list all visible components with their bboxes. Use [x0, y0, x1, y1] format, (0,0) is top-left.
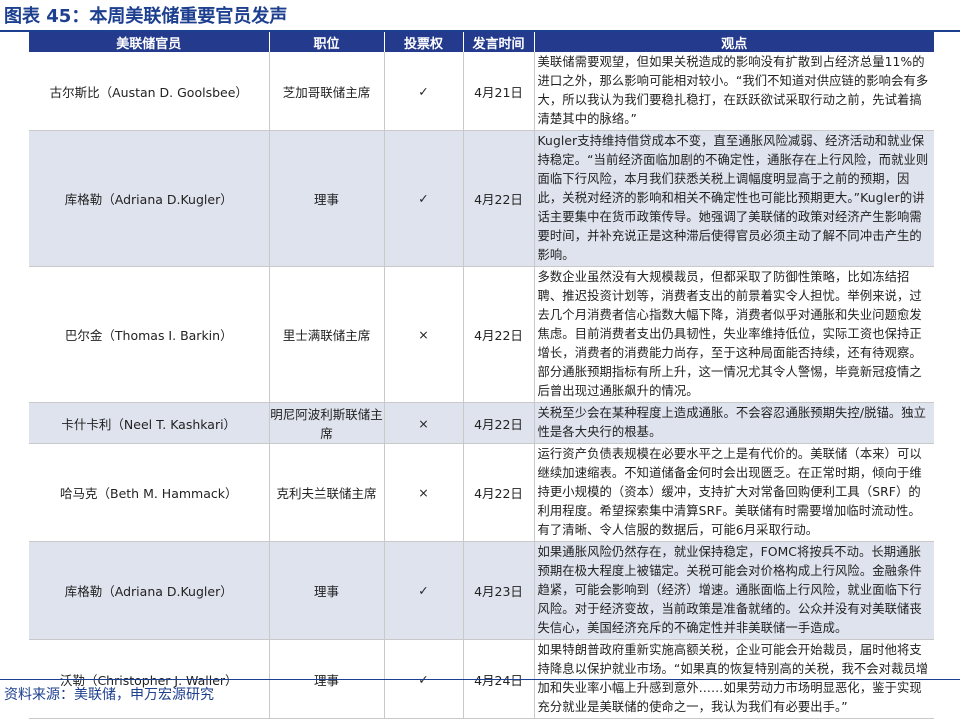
speech-date: 4月23日 [463, 541, 535, 640]
bottom-divider [0, 679, 960, 680]
official-position: 理事 [269, 541, 385, 640]
official-name: 卡什卡利（Neel T. Kashkari） [29, 402, 270, 444]
official-view: 多数企业虽然没有大规模裁员，但都采取了防御性策略，比如冻结招聘、推迟投资计划等，… [534, 266, 934, 403]
official-view: 美联储需要观望，但如果关税造成的影响没有扩散到占经济总量11%的进口之外，那么影… [534, 52, 934, 131]
official-position: 理事 [269, 130, 385, 267]
official-position: 明尼阿波利斯联储主席 [269, 402, 385, 444]
official-name: 库格勒（Adriana D.Kugler） [29, 541, 270, 640]
source-note: 资料来源：美联储，申万宏源研究 [4, 687, 214, 703]
vote-mark: × [384, 443, 464, 542]
table-row: 哈马克（Beth M. Hammack） 克利夫兰联储主席 × 4月22日 运行… [29, 443, 934, 542]
speech-date: 4月22日 [463, 443, 535, 542]
speech-date: 4月22日 [463, 266, 535, 403]
table-row: 库格勒（Adriana D.Kugler） 理事 ✓ 4月22日 Kugler支… [29, 130, 934, 267]
speech-date: 4月22日 [463, 402, 535, 444]
vote-mark: ✓ [384, 52, 464, 131]
speech-date: 4月22日 [463, 130, 535, 267]
official-name: 古尔斯比（Austan D. Goolsbee） [29, 52, 270, 131]
officials-table: 美联储官员 职位 投票权 发言时间 观点 古尔斯比（Austan D. Gool… [29, 32, 934, 719]
figure-title: 图表 45：本周美联储重要官员发声 [4, 6, 288, 27]
vote-mark: ✓ [384, 130, 464, 267]
header-position: 职位 [269, 32, 385, 52]
official-view: 关税至少会在某种程度上造成通胀。不会容忍通胀预期失控/脱锚。独立性是各大央行的根… [534, 402, 934, 444]
official-view: 如果通胀风险仍然存在，就业保持稳定，FOMC将按兵不动。长期通胀预期在极大程度上… [534, 541, 934, 640]
table-row: 卡什卡利（Neel T. Kashkari） 明尼阿波利斯联储主席 × 4月22… [29, 402, 934, 444]
official-name: 库格勒（Adriana D.Kugler） [29, 130, 270, 267]
table-header-row: 美联储官员 职位 投票权 发言时间 观点 [29, 32, 934, 52]
vote-mark: × [384, 266, 464, 403]
official-view: Kugler支持维持借贷成本不变，直至通胀风险减弱、经济活动和就业保持稳定。“当… [534, 130, 934, 267]
speech-date: 4月21日 [463, 52, 535, 131]
official-position: 里士满联储主席 [269, 266, 385, 403]
table-row: 古尔斯比（Austan D. Goolsbee） 芝加哥联储主席 ✓ 4月21日… [29, 52, 934, 131]
official-name: 巴尔金（Thomas I. Barkin） [29, 266, 270, 403]
official-view: 运行资产负债表规模在必要水平之上是有代价的。美联储（本来）可以继续加速缩表。不知… [534, 443, 934, 542]
official-name: 哈马克（Beth M. Hammack） [29, 443, 270, 542]
header-date: 发言时间 [463, 32, 535, 52]
header-vote: 投票权 [384, 32, 464, 52]
vote-mark: ✓ [384, 541, 464, 640]
header-view: 观点 [534, 32, 934, 52]
official-position: 芝加哥联储主席 [269, 52, 385, 131]
header-official: 美联储官员 [29, 32, 270, 52]
vote-mark: × [384, 402, 464, 444]
official-position: 克利夫兰联储主席 [269, 443, 385, 542]
table-row: 巴尔金（Thomas I. Barkin） 里士满联储主席 × 4月22日 多数… [29, 266, 934, 403]
table-row: 库格勒（Adriana D.Kugler） 理事 ✓ 4月23日 如果通胀风险仍… [29, 541, 934, 640]
